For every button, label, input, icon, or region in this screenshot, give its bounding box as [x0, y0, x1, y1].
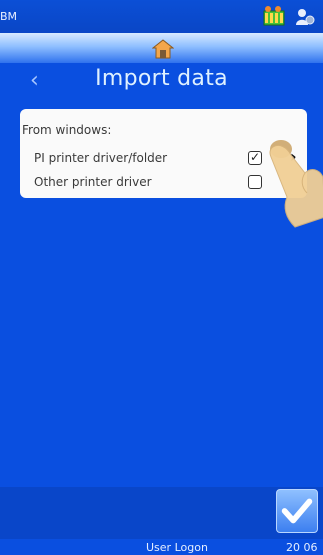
- status-text: BM: [0, 10, 18, 23]
- clock-text: 20 06: [286, 541, 318, 554]
- home-icon[interactable]: [152, 38, 174, 60]
- bottom-action-bar: [0, 487, 323, 539]
- option-label: PI printer driver/folder: [34, 151, 168, 165]
- import-options-card: From windows: PI printer driver/folder ✓…: [20, 109, 307, 198]
- user-settings-icon: [296, 9, 315, 25]
- user-logon-label[interactable]: User Logon: [146, 541, 208, 554]
- checkmark-icon: ✓: [250, 150, 261, 164]
- confirm-button[interactable]: [276, 489, 318, 533]
- option-row-pi-printer-driver[interactable]: PI printer driver/folder ✓ ›: [20, 147, 307, 169]
- section-label: From windows:: [22, 123, 112, 137]
- printer-status-icon: [263, 6, 285, 26]
- other-printer-driver-checkbox[interactable]: [248, 175, 262, 189]
- pi-printer-driver-checkbox[interactable]: ✓: [248, 150, 262, 165]
- option-row-other-printer-driver[interactable]: Other printer driver: [20, 171, 307, 193]
- page-title: Import data: [95, 66, 228, 91]
- check-icon: [281, 498, 313, 524]
- option-label: Other printer driver: [34, 175, 152, 189]
- tap-hand-icon: [269, 140, 323, 228]
